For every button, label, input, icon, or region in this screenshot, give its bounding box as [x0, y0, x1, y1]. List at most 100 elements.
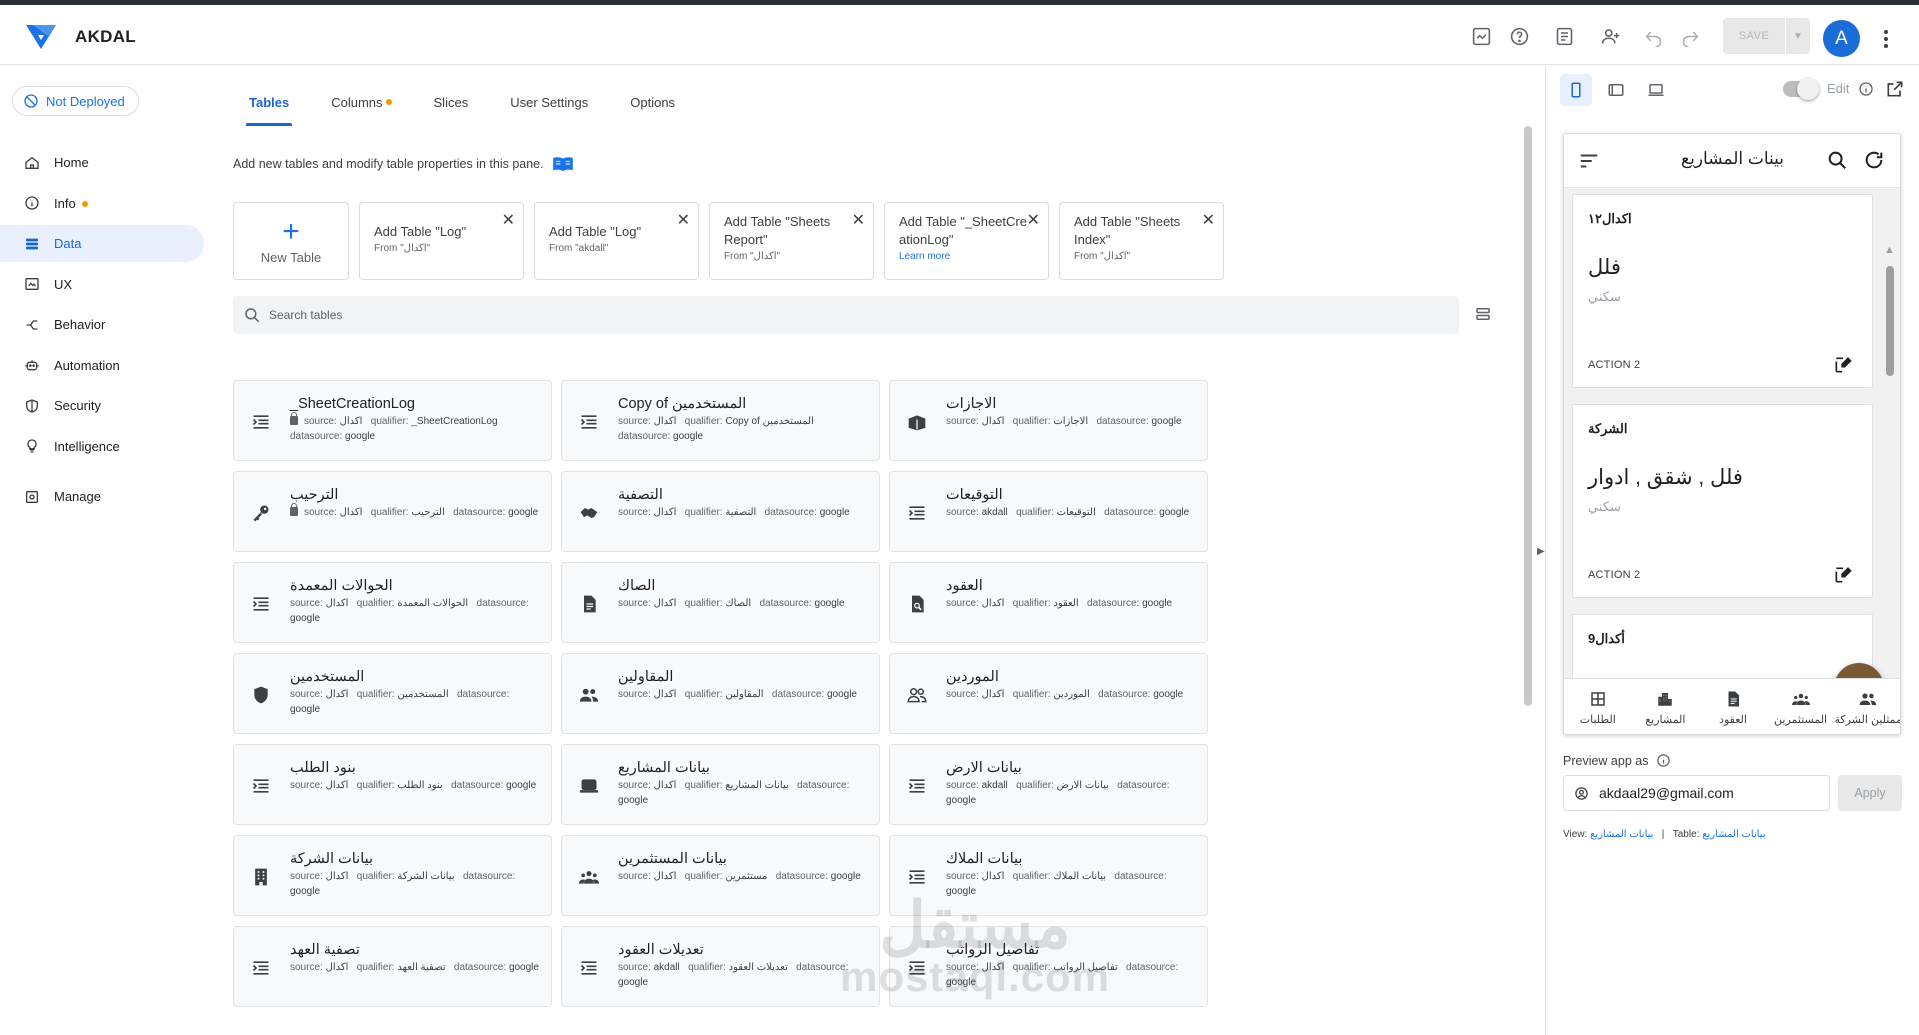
list-view-toggle-icon[interactable] [1474, 305, 1492, 323]
deploy-status-badge[interactable]: Not Deployed [12, 86, 139, 116]
open-external-icon[interactable] [1885, 79, 1905, 99]
view-separator: | [1661, 829, 1665, 840]
table-card[interactable]: بيانات المستثمرين source: اكدال qualifier… [561, 835, 880, 916]
preview-scrollbar[interactable] [1886, 266, 1894, 376]
table-qualifier: بنود الطلب [397, 780, 443, 791]
close-icon[interactable]: ✕ [1202, 210, 1215, 230]
new-table-button[interactable]: + New Table [233, 202, 349, 280]
preview-window-icon[interactable] [1469, 24, 1493, 48]
edit-mode-toggle[interactable] [1783, 78, 1819, 100]
table-card[interactable]: تصفية العهد source: اكدال qualifier: تصفي… [233, 926, 552, 1007]
table-link[interactable]: بيانات المشاريع [1702, 829, 1765, 840]
documentation-icon[interactable] [1552, 24, 1576, 48]
sidebar-item-data[interactable]: Data [0, 225, 204, 262]
mobile-view-icon[interactable] [1560, 74, 1592, 106]
table-card[interactable]: المستخدمين source: اكدال qualifier: المست… [233, 653, 552, 734]
edit-icon[interactable] [1833, 355, 1853, 375]
sidebar-item-automation[interactable]: Automation [0, 347, 204, 384]
table-card[interactable]: التصفية source: اكدال qualifier: التصفية … [561, 471, 880, 552]
preview-bottom-nav: الطلبات المشاريع العقود المستثمرين ممثلي… [1564, 678, 1900, 734]
more-options-icon[interactable] [1878, 25, 1894, 53]
main-scrollbar[interactable] [1524, 126, 1532, 706]
table-card[interactable]: بيانات المشاريع source: اكدال qualifier: … [561, 744, 880, 825]
table-card[interactable]: تفاصيل الرواتب source: اكدال qualifier: ت… [889, 926, 1208, 1007]
apply-button[interactable]: Apply [1838, 775, 1902, 811]
sidebar-item-intelligence[interactable]: Intelligence [0, 428, 204, 465]
add-table-suggestion[interactable]: Add Table "_SheetCreationLog" Learn more… [884, 202, 1049, 280]
sidebar-item-ux[interactable]: UX [0, 266, 204, 303]
table-card[interactable]: الموردين source: اكدال qualifier: الموردي… [889, 653, 1208, 734]
preview-nav-item[interactable]: المستثمرين [1767, 679, 1835, 734]
close-icon[interactable]: ✕ [502, 210, 515, 230]
save-button[interactable]: SAVE [1723, 18, 1785, 54]
preview-nav-item[interactable]: الطلبات [1564, 679, 1632, 734]
save-dropdown-chevron-icon[interactable]: ▼ [1786, 18, 1810, 54]
collapse-pane-icon[interactable]: ▶ [1537, 546, 1545, 557]
card-action-button[interactable]: ACTION 2 [1588, 359, 1640, 371]
search-icon[interactable] [1826, 149, 1848, 171]
sort-menu-icon[interactable] [1578, 150, 1600, 172]
close-icon[interactable]: ✕ [1027, 210, 1040, 230]
user-avatar[interactable]: A [1823, 20, 1860, 57]
table-card[interactable]: الاجازات source: اكدال qualifier: الاجازا… [889, 380, 1208, 461]
desktop-view-icon[interactable] [1640, 74, 1672, 106]
share-user-icon[interactable] [1598, 24, 1622, 48]
close-icon[interactable]: ✕ [677, 210, 690, 230]
preview-nav-item[interactable]: ممثلين الشركة [1834, 679, 1900, 734]
table-card[interactable]: بيانات الشركة source: اكدال qualifier: بي… [233, 835, 552, 916]
table-card[interactable]: بنود الطلب source: اكدال qualifier: بنود … [233, 744, 552, 825]
table-card[interactable]: العقود source: اكدال qualifier: العقود da… [889, 562, 1208, 643]
preview-card[interactable]: اكدال١٢ فلل سكني ACTION 2 [1572, 194, 1873, 388]
table-card[interactable]: التوقيعات source: akdall qualifier: التوق… [889, 471, 1208, 552]
preview-email-input[interactable] [1599, 785, 1809, 801]
pane-divider[interactable] [1545, 66, 1546, 1035]
add-table-suggestion[interactable]: Add Table "Sheets Index" From "اكدال" ✕ [1059, 202, 1224, 280]
sidebar-item-behavior[interactable]: Behavior [0, 306, 204, 343]
qualifier-label: qualifier: [370, 507, 409, 518]
table-card[interactable]: Copy of المستخدمين source: اكدال qualifie… [561, 380, 880, 461]
preview-card[interactable]: الشركة فلل , شقق , ادوار سكني ACTION 2 [1572, 404, 1873, 598]
undo-icon[interactable] [1641, 24, 1665, 48]
info-icon[interactable] [1656, 753, 1671, 768]
view-link[interactable]: بيانات المشاريع [1590, 829, 1653, 840]
card-action-button[interactable]: ACTION 2 [1588, 569, 1640, 581]
learn-more-link[interactable]: Learn more [899, 251, 1036, 262]
table-card[interactable]: بيانات الملاك source: اكدال qualifier: بي… [889, 835, 1208, 916]
info-icon[interactable] [1858, 81, 1874, 97]
tab-options[interactable]: Options [609, 80, 696, 126]
sidebar-item-home[interactable]: Home [0, 144, 204, 181]
table-datasource: google [830, 871, 861, 882]
redo-icon[interactable] [1678, 24, 1702, 48]
search-tables-input[interactable] [269, 308, 1169, 322]
table-card[interactable]: بيانات الارض source: akdall qualifier: بي… [889, 744, 1208, 825]
help-icon[interactable] [1507, 24, 1531, 48]
scroll-up-arrow-icon[interactable]: ▲ [1884, 244, 1895, 256]
table-card[interactable]: الترحيب source: اكدال qualifier: الترحيب … [233, 471, 552, 552]
tablet-view-icon[interactable] [1600, 74, 1632, 106]
sidebar-item-info[interactable]: Info [0, 185, 204, 222]
add-table-suggestion[interactable]: Add Table "Log" From "اكدال" ✕ [359, 202, 524, 280]
add-table-suggestion[interactable]: Add Table "Sheets Report" From "اكدال" ✕ [709, 202, 874, 280]
tab-slices[interactable]: Slices [413, 80, 490, 126]
table-card[interactable]: _SheetCreationLog source: اكدال qualifier… [233, 380, 552, 461]
preview-nav-item[interactable]: العقود [1699, 679, 1767, 734]
tab-tables[interactable]: Tables [228, 80, 310, 126]
edit-icon[interactable] [1833, 565, 1853, 585]
table-card[interactable]: تعديلات العقود source: akdall qualifier: … [561, 926, 880, 1007]
preview-nav-item[interactable]: المشاريع [1632, 679, 1700, 734]
table-name: الحوالات المعمدة [290, 578, 393, 594]
add-table-suggestion[interactable]: Add Table "Log" From "akdall" ✕ [534, 202, 699, 280]
table-card[interactable]: الحوالات المعمدة source: اكدال qualifier:… [233, 562, 552, 643]
refresh-icon[interactable] [1863, 149, 1885, 171]
book-help-icon[interactable] [552, 156, 574, 172]
tab-columns[interactable]: Columns [310, 80, 412, 126]
list-icon [579, 412, 599, 432]
tab-user-settings[interactable]: User Settings [489, 80, 609, 126]
close-icon[interactable]: ✕ [852, 210, 865, 230]
sidebar-item-manage[interactable]: Manage [0, 478, 204, 515]
table-card[interactable]: المقاولين source: اكدال qualifier: المقاو… [561, 653, 880, 734]
suggestion-title: Add Table "Log" [549, 224, 642, 239]
sidebar-item-security[interactable]: Security [0, 387, 204, 424]
qualifier-label: qualifier: [684, 689, 723, 700]
table-card[interactable]: الصاك source: اكدال qualifier: الصاك data… [561, 562, 880, 643]
